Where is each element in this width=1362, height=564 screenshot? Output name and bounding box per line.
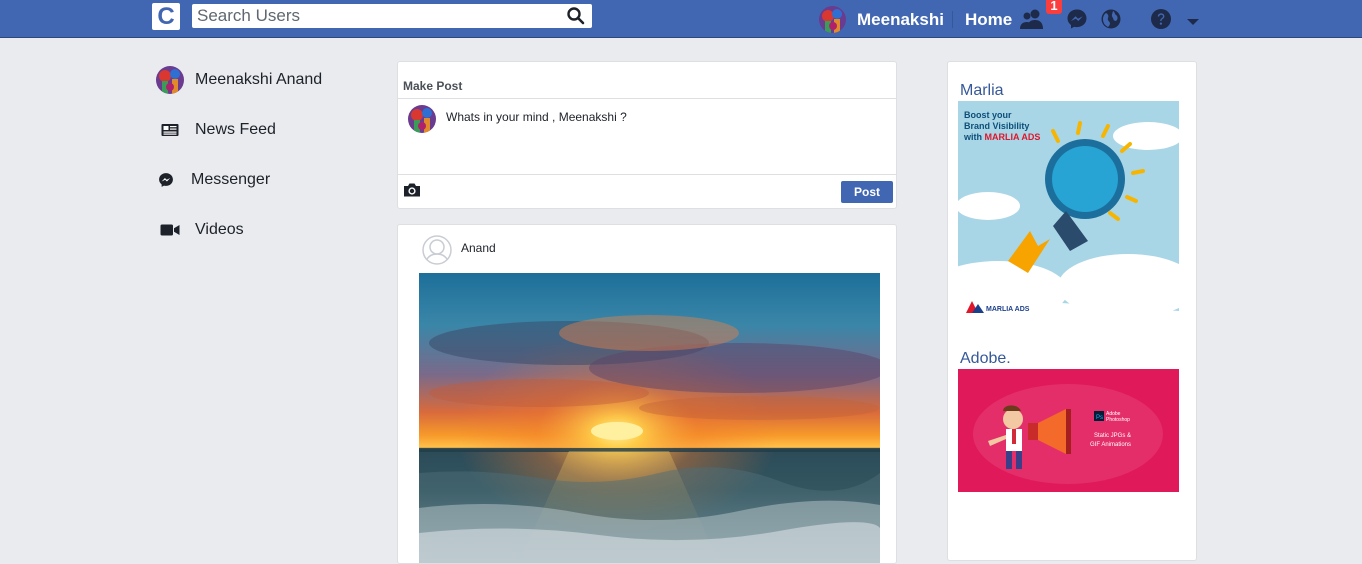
- camera-icon[interactable]: [403, 182, 421, 198]
- profile-name-link[interactable]: Meenakshi: [857, 10, 944, 30]
- logo[interactable]: C: [152, 3, 180, 30]
- messenger-icon: [151, 165, 181, 195]
- sidebar-item-label: Meenakshi Anand: [195, 71, 323, 88]
- make-post-title: Make Post: [403, 79, 463, 93]
- home-link[interactable]: Home: [965, 10, 1012, 30]
- ad-caption-line2: GIF Animations: [1090, 442, 1131, 448]
- friends-icon[interactable]: [1019, 8, 1045, 30]
- newsfeed-icon: [155, 115, 185, 145]
- search-box: [192, 4, 592, 28]
- post-button[interactable]: Post: [841, 181, 893, 203]
- avatar: [408, 105, 436, 133]
- feed-post: Anand: [397, 224, 897, 564]
- ad-banner-line1: Boost your: [964, 110, 1012, 120]
- ads-panel: Marlia Boost your Brand Visibility with …: [947, 61, 1197, 561]
- post-image[interactable]: [419, 273, 880, 563]
- ad-banner-brand: MARLIA ADS: [985, 132, 1041, 142]
- ad-banner-logo-text: MARLIA ADS: [986, 306, 1030, 313]
- friend-requests-badge: 1: [1046, 0, 1062, 14]
- sidebar-item-news-feed[interactable]: News Feed: [155, 115, 276, 145]
- default-avatar-icon[interactable]: [422, 235, 452, 265]
- sidebar-item-label: Videos: [195, 221, 244, 238]
- post-author-link[interactable]: Anand: [461, 241, 496, 255]
- top-bar: C Meenakshi Home 1: [0, 0, 1362, 38]
- ad-banner-line3-prefix: with: [963, 132, 985, 142]
- make-post-card: Make Post Post: [397, 61, 897, 209]
- sidebar-item-label: Messenger: [191, 171, 271, 188]
- search-icon[interactable]: [566, 6, 586, 26]
- help-icon[interactable]: [1150, 8, 1172, 30]
- ad-caption-line1: Static JPGs &: [1094, 433, 1131, 439]
- video-icon: [155, 215, 185, 245]
- messenger-icon[interactable]: [1066, 8, 1088, 30]
- post-text-input[interactable]: [446, 110, 886, 170]
- ad-title-marlia[interactable]: Marlia: [960, 82, 1004, 100]
- make-post-header: Make Post: [398, 62, 896, 99]
- svg-text:Ps: Ps: [1096, 415, 1103, 421]
- avatar: [155, 65, 185, 95]
- make-post-footer: Post: [398, 174, 896, 208]
- sidebar-item-label: News Feed: [195, 121, 276, 138]
- ad-banner-adobe[interactable]: Ps Adobe Photoshop Static JPGs & GIF Ani…: [958, 369, 1179, 492]
- profile-avatar[interactable]: [819, 6, 846, 33]
- sidebar-item-videos[interactable]: Videos: [155, 215, 244, 245]
- ad-title-adobe[interactable]: Adobe.: [960, 350, 1011, 368]
- svg-text:with MARLIA ADS: with MARLIA ADS: [963, 132, 1040, 142]
- ad-banner-line2: Brand Visibility: [964, 121, 1029, 131]
- sidebar-item-messenger[interactable]: Messenger: [151, 165, 270, 195]
- caret-down-icon[interactable]: [1186, 14, 1200, 25]
- globe-icon[interactable]: [1100, 8, 1122, 30]
- ad-app-line2: Photoshop: [1106, 417, 1130, 423]
- search-input[interactable]: [192, 4, 557, 28]
- ad-banner-marlia[interactable]: Boost your Brand Visibility with MARLIA …: [958, 101, 1179, 321]
- divider: [952, 11, 953, 28]
- sidebar-item-profile[interactable]: Meenakshi Anand: [155, 65, 322, 95]
